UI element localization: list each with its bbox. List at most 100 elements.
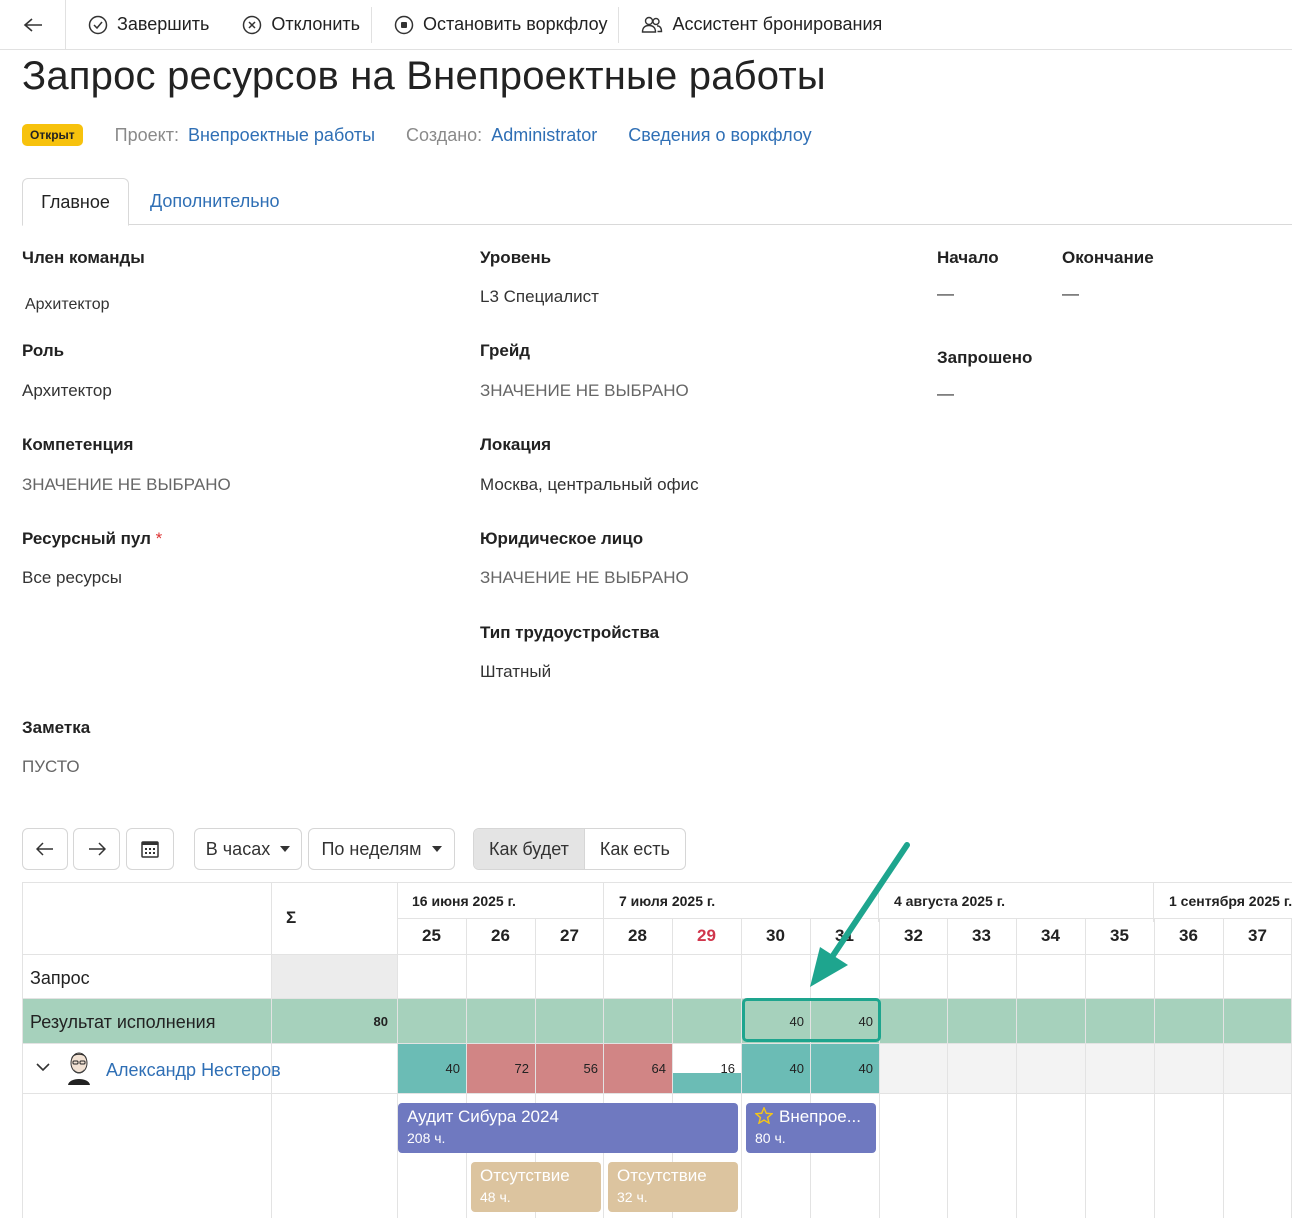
people-icon: [642, 16, 663, 33]
week-header: 36: [1179, 926, 1198, 945]
note-label: Заметка: [22, 718, 91, 737]
assignment-title-text: Аудит Сибура 2024: [407, 1107, 559, 1126]
back-button[interactable]: [0, 0, 66, 50]
end-label: Окончание: [1062, 248, 1154, 267]
grid-divider: [22, 1093, 1292, 1094]
assignment-hours: 208 ч.: [407, 1130, 446, 1146]
legal-entity-label: Юридическое лицо: [480, 529, 644, 548]
mode-as-is-button[interactable]: Как есть: [585, 829, 685, 869]
assignment-bar[interactable]: Аудит Сибура 2024 208 ч.: [398, 1103, 738, 1153]
stop-workflow-label: Остановить воркфлоу: [423, 14, 608, 34]
assignment-bar[interactable]: Отсутствие 32 ч.: [608, 1162, 738, 1212]
week-header: 28: [628, 926, 647, 945]
week-header: 29: [697, 926, 716, 945]
required-marker: *: [155, 529, 163, 548]
role-value[interactable]: Архитектор: [22, 381, 112, 401]
location-value[interactable]: Москва, центральный офис: [480, 475, 699, 495]
person-expand-chevron[interactable]: [35, 1060, 55, 1080]
requested-value[interactable]: —: [937, 384, 954, 404]
avatar: [64, 1051, 94, 1085]
grid-divider: [22, 882, 23, 1218]
person-load-cell: [1223, 1043, 1291, 1093]
grid-divider: [22, 882, 1292, 883]
prev-period-button[interactable]: [22, 828, 68, 870]
person-link[interactable]: Александр Нестеров: [106, 1060, 281, 1081]
person-load-value: 64: [651, 1061, 666, 1076]
role-label: Роль: [22, 341, 65, 360]
result-row-label: Результат исполнения: [30, 1012, 216, 1032]
person-load-cell: [879, 1043, 947, 1093]
grade-value[interactable]: ЗНАЧЕНИЕ НЕ ВЫБРАНО: [480, 381, 689, 401]
request-total-cell: [271, 954, 397, 998]
assignment-bar[interactable]: Отсутствие 48 ч.: [471, 1162, 601, 1212]
stop-workflow-button[interactable]: Остановить воркфлоу: [372, 0, 618, 50]
highlight-frame: [742, 998, 881, 1042]
assignment-title: Отсутствие: [480, 1166, 592, 1186]
resource-pool-label: Ресурсный пул *: [22, 529, 162, 549]
person-load-cell: [1154, 1043, 1223, 1093]
grid-divider: [603, 882, 604, 922]
tab-main[interactable]: Главное: [22, 178, 129, 226]
person-load-value: 40: [789, 1061, 804, 1076]
status-badge: Открыт: [22, 124, 83, 146]
competence-value[interactable]: ЗНАЧЕНИЕ НЕ ВЫБРАНО: [22, 475, 231, 495]
mode-to-be-button[interactable]: Как будет: [474, 829, 585, 869]
toolbar: Завершить Отклонить Остановить воркфлоу …: [0, 0, 1292, 50]
grid-divider: [947, 918, 948, 1218]
resource-grid: Σ Запрос Результат исполнения 80 Алексан…: [22, 882, 1292, 1218]
assignment-hours: 48 ч.: [480, 1189, 511, 1205]
employment-type-value[interactable]: Штатный: [480, 662, 551, 682]
check-circle-icon: [88, 15, 108, 34]
grid-divider: [22, 954, 1292, 955]
units-dropdown[interactable]: В часах: [194, 828, 302, 870]
calendar-button[interactable]: [126, 828, 174, 870]
grid-divider: [1085, 918, 1086, 1218]
workflow-link[interactable]: Сведения о воркфлоу: [628, 125, 811, 146]
team-member-value[interactable]: Архитектор: [25, 296, 110, 314]
month-header: 16 июня 2025 г.: [412, 893, 516, 909]
view-mode-switch: Как будет Как есть: [473, 828, 686, 870]
assignment-hours: 32 ч.: [617, 1189, 648, 1205]
grid-divider: [22, 1043, 1292, 1044]
legal-entity-value[interactable]: ЗНАЧЕНИЕ НЕ ВЫБРАНО: [480, 568, 689, 588]
cancel-circle-icon: [243, 15, 262, 34]
created-by-link[interactable]: Administrator: [491, 125, 597, 146]
person-load-value: 40: [445, 1061, 460, 1076]
resource-pool-value[interactable]: Все ресурсы: [22, 568, 122, 588]
location-label: Локация: [480, 435, 552, 454]
reject-button-label: Отклонить: [271, 14, 361, 34]
tab-bar: Главное Дополнительно: [22, 178, 1292, 226]
period-dropdown-label: По неделям: [321, 838, 422, 859]
person-load-cell: [1016, 1043, 1085, 1093]
calendar-icon: [141, 841, 159, 858]
person-load-value: 72: [514, 1061, 529, 1076]
next-period-button[interactable]: [73, 828, 120, 870]
week-header: 25: [422, 926, 441, 945]
booking-assistant-button[interactable]: Ассистент бронирования: [619, 0, 893, 50]
grid-divider: [1223, 918, 1224, 1218]
person-load-fill: [672, 1073, 741, 1093]
note-value[interactable]: ПУСТО: [22, 757, 80, 777]
week-header: 37: [1248, 926, 1267, 945]
grid-divider: [1016, 918, 1017, 1218]
arrow-left-icon: [36, 842, 53, 856]
request-row-label: Запрос: [30, 968, 90, 988]
level-label: Уровень: [480, 248, 552, 267]
assignment-title: Внепрое...: [754, 1106, 867, 1127]
assignment-bar[interactable]: Внепрое... 80 ч.: [746, 1103, 876, 1153]
grid-divider: [22, 998, 1292, 999]
reject-button[interactable]: Отклонить: [220, 0, 371, 50]
level-value[interactable]: L3 Специалист: [480, 287, 599, 307]
end-value[interactable]: —: [1062, 284, 1079, 304]
created-label: Создано:: [406, 124, 483, 145]
person-load-value: 40: [858, 1061, 873, 1076]
tab-extra[interactable]: Дополнительно: [150, 178, 280, 225]
requested-label: Запрошено: [937, 348, 1033, 367]
assignment-title-text: Отсутствие: [617, 1166, 707, 1185]
project-link[interactable]: Внепроектные работы: [188, 125, 375, 146]
units-dropdown-label: В часах: [205, 838, 271, 859]
grid-divider: [1153, 882, 1154, 922]
period-dropdown[interactable]: По неделям: [308, 828, 455, 870]
complete-button[interactable]: Завершить: [66, 0, 220, 50]
start-value[interactable]: —: [937, 284, 954, 304]
